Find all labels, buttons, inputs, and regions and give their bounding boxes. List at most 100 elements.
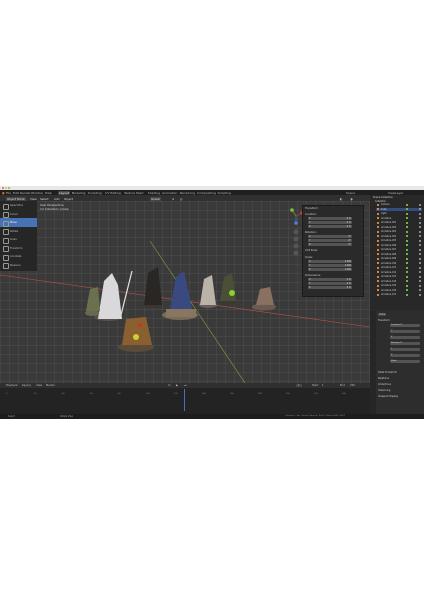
outliner-item[interactable]: Armature.009 xyxy=(376,257,422,260)
visibility-eye-icon[interactable] xyxy=(419,203,421,206)
menu-render[interactable]: Render xyxy=(20,191,31,195)
add-menu[interactable]: Add xyxy=(54,197,59,201)
select-menu[interactable]: Select xyxy=(40,197,49,201)
playhead[interactable] xyxy=(184,389,185,411)
mode-selector[interactable]: Object Mode xyxy=(6,196,26,201)
visibility-eye-icon[interactable] xyxy=(419,208,421,210)
outliner-item[interactable]: Armature.007 xyxy=(376,248,422,251)
menu-help[interactable]: Help xyxy=(45,191,52,195)
transform-orientation[interactable]: Global xyxy=(150,196,161,201)
outliner-item[interactable]: Cube xyxy=(376,207,422,211)
play-icon[interactable]: ▶ xyxy=(176,384,178,387)
workspace-tab-rendering[interactable]: Rendering xyxy=(179,191,196,195)
outliner-item[interactable]: Armature.010 xyxy=(376,262,422,265)
blender-logo-icon[interactable]: ● xyxy=(2,191,5,195)
viewport-3d[interactable]: User Perspective (1) Collection | Cube S… xyxy=(0,201,370,383)
visibility-eye-icon[interactable] xyxy=(419,217,421,219)
object-menu[interactable]: Object xyxy=(64,197,73,201)
visibility-eye-icon[interactable] xyxy=(419,275,421,278)
view-menu[interactable]: View xyxy=(30,197,37,201)
visibility-eye-icon[interactable] xyxy=(419,271,421,273)
visibility-eye-icon[interactable] xyxy=(419,262,421,264)
workspace-tab-compositing[interactable]: Compositing xyxy=(196,191,217,195)
overlays-icon[interactable]: ◑ xyxy=(350,197,352,201)
outliner-item[interactable]: Armature.001 xyxy=(376,221,422,224)
workspace-tab-sculpting[interactable]: Sculpting xyxy=(87,191,103,195)
minimize-window-button[interactable] xyxy=(5,187,7,189)
rotation-y-field[interactable]: Y 0° xyxy=(308,239,352,242)
menu-edit[interactable]: Edit xyxy=(13,191,19,195)
visibility-eye-icon[interactable] xyxy=(419,226,421,228)
scene-selector[interactable]: Scene xyxy=(346,191,355,195)
visibility-eye-icon[interactable] xyxy=(419,221,421,224)
outliner-item[interactable]: Light xyxy=(376,212,422,215)
property-field[interactable]: Rotation X xyxy=(390,342,420,345)
jump-end-icon[interactable]: ⏭ xyxy=(184,384,186,387)
workspace-tab-texture-paint[interactable]: Texture Paint xyxy=(123,191,144,195)
location-y-field[interactable]: Y 0 m xyxy=(308,221,352,224)
snap-icon[interactable]: ⊙ xyxy=(172,197,174,201)
property-field[interactable]: Location X xyxy=(390,324,420,327)
outliner-item[interactable]: Armature.017 xyxy=(376,293,422,296)
dimensions-x-field[interactable]: X 2 m xyxy=(308,278,352,281)
timeline-view-menu[interactable]: View xyxy=(36,384,42,387)
property-field[interactable]: Z xyxy=(390,336,420,339)
outliner-item[interactable]: Armature.013 xyxy=(376,275,422,278)
outliner-item[interactable]: Armature.012 xyxy=(376,271,422,274)
workspace-tab-animation[interactable]: Animation xyxy=(161,191,178,195)
workspace-tab-scripting[interactable]: Scripting xyxy=(217,191,232,195)
property-field[interactable]: Mode xyxy=(390,360,420,363)
outliner-item[interactable]: Armature.008 xyxy=(376,253,422,256)
rotation-z-field[interactable]: Z 0° xyxy=(308,243,352,246)
visibility-eye-icon[interactable] xyxy=(419,248,421,251)
location-z-field[interactable]: Z 0 m xyxy=(308,225,352,228)
outliner-item[interactable]: Armature.002 xyxy=(376,226,422,229)
outliner-item[interactable]: Armature.006 xyxy=(376,244,422,247)
visibility-eye-icon[interactable] xyxy=(419,280,421,282)
viewport-shading-icon[interactable]: ◐ xyxy=(340,197,342,201)
menu-window[interactable]: Window xyxy=(31,191,43,195)
timeline-keying-menu[interactable]: Keying xyxy=(22,384,31,387)
outliner-item[interactable]: Armature.015 xyxy=(376,284,422,287)
outliner-item[interactable]: Armature.014 xyxy=(376,280,422,283)
jump-start-icon[interactable]: ⏮ xyxy=(168,384,170,387)
end-frame-field[interactable]: 250 xyxy=(350,384,355,387)
scale-y-field[interactable]: Y 1.000 xyxy=(308,264,352,267)
start-frame-field[interactable]: 1 xyxy=(322,384,324,387)
workspace-tab-shading[interactable]: Shading xyxy=(147,191,161,195)
visibility-eye-icon[interactable] xyxy=(419,289,421,291)
visibility-eye-icon[interactable] xyxy=(419,257,421,260)
rotation-x-field[interactable]: X 0° xyxy=(308,235,352,238)
property-field[interactable]: Z xyxy=(390,354,420,357)
visibility-eye-icon[interactable] xyxy=(419,266,421,269)
dimensions-z-field[interactable]: Z 2 m xyxy=(308,286,352,289)
property-field[interactable]: Y xyxy=(390,330,420,333)
rotation-mode[interactable]: XYZ Euler xyxy=(305,249,318,252)
object-name-field[interactable]: Cube xyxy=(378,313,387,316)
tool-measure[interactable]: Measure xyxy=(0,261,37,270)
property-field[interactable]: Y xyxy=(390,348,420,351)
outliner-item[interactable]: Camera xyxy=(376,203,422,206)
visibility-eye-icon[interactable] xyxy=(419,239,421,242)
visibility-eye-icon[interactable] xyxy=(419,235,421,237)
delta-transform-section[interactable]: Delta Transform xyxy=(378,371,397,374)
current-frame-field[interactable]: 1 xyxy=(296,384,302,387)
dimensions-y-field[interactable]: Y 2 m xyxy=(308,282,352,285)
workspace-tab-modeling[interactable]: Modeling xyxy=(71,191,87,195)
relations-section[interactable]: Relations xyxy=(378,377,389,380)
view-layer-selector[interactable]: ViewLayer xyxy=(388,191,403,195)
menu-file[interactable]: File xyxy=(6,191,11,195)
visibility-eye-icon[interactable] xyxy=(419,293,421,296)
visibility-eye-icon[interactable] xyxy=(419,230,421,233)
location-x-field[interactable]: X 0 m xyxy=(308,217,352,220)
workspace-tab-layout[interactable]: Layout xyxy=(58,190,71,195)
scale-x-field[interactable]: X 1.000 xyxy=(308,260,352,263)
outliner-item[interactable]: Armature.016 xyxy=(376,289,422,292)
zoom-window-button[interactable] xyxy=(8,187,10,189)
close-window-button[interactable] xyxy=(2,187,4,189)
workspace-tab-uv-editing[interactable]: UV Editing xyxy=(104,191,122,195)
visibility-eye-icon[interactable] xyxy=(419,244,421,246)
transform-section[interactable]: Transform xyxy=(378,319,390,322)
viewport-display-section[interactable]: Viewport Display xyxy=(378,395,398,398)
visibility-eye-icon[interactable] xyxy=(419,212,421,215)
